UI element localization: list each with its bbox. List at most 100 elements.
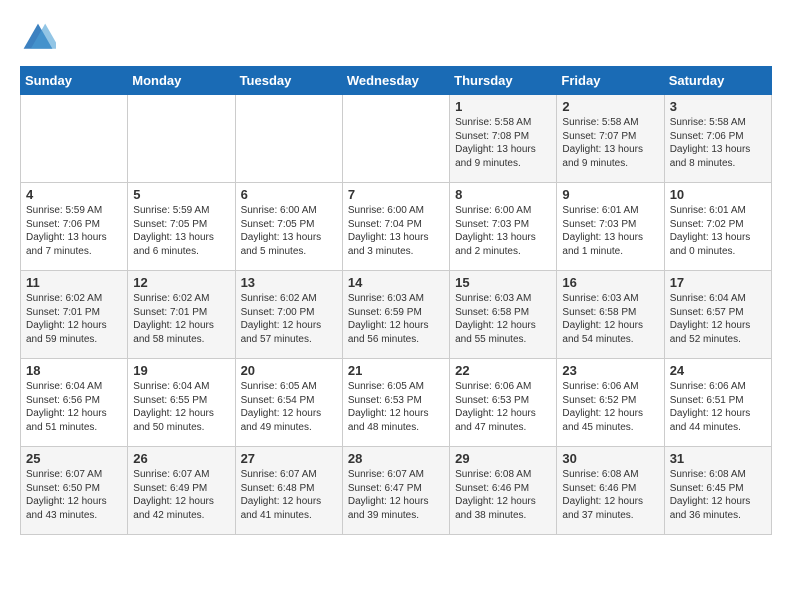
calendar-week: 11 Sunrise: 6:02 AM Sunset: 7:01 PM Dayli… bbox=[21, 271, 772, 359]
day-number: 24 bbox=[670, 363, 766, 378]
page: SundayMondayTuesdayWednesdayThursdayFrid… bbox=[0, 0, 792, 545]
header-day: Sunday bbox=[21, 67, 128, 95]
calendar-week: 4 Sunrise: 5:59 AM Sunset: 7:06 PM Daylig… bbox=[21, 183, 772, 271]
calendar-cell: 20 Sunrise: 6:05 AM Sunset: 6:54 PM Dayli… bbox=[235, 359, 342, 447]
day-number: 19 bbox=[133, 363, 229, 378]
day-info: Sunrise: 5:58 AM Sunset: 7:06 PM Dayligh… bbox=[670, 116, 766, 170]
calendar-week: 18 Sunrise: 6:04 AM Sunset: 6:56 PM Dayli… bbox=[21, 359, 772, 447]
day-number: 27 bbox=[241, 451, 337, 466]
day-number: 6 bbox=[241, 187, 337, 202]
day-info: Sunrise: 6:02 AM Sunset: 7:00 PM Dayligh… bbox=[241, 292, 337, 346]
calendar-cell: 26 Sunrise: 6:07 AM Sunset: 6:49 PM Dayli… bbox=[128, 447, 235, 535]
day-info: Sunrise: 6:00 AM Sunset: 7:03 PM Dayligh… bbox=[455, 204, 551, 258]
day-info: Sunrise: 6:00 AM Sunset: 7:05 PM Dayligh… bbox=[241, 204, 337, 258]
calendar-cell: 31 Sunrise: 6:08 AM Sunset: 6:45 PM Dayli… bbox=[664, 447, 771, 535]
day-info: Sunrise: 6:06 AM Sunset: 6:51 PM Dayligh… bbox=[670, 380, 766, 434]
day-info: Sunrise: 6:03 AM Sunset: 6:58 PM Dayligh… bbox=[562, 292, 658, 346]
day-info: Sunrise: 6:03 AM Sunset: 6:59 PM Dayligh… bbox=[348, 292, 444, 346]
day-info: Sunrise: 6:00 AM Sunset: 7:04 PM Dayligh… bbox=[348, 204, 444, 258]
header-day: Saturday bbox=[664, 67, 771, 95]
day-info: Sunrise: 6:03 AM Sunset: 6:58 PM Dayligh… bbox=[455, 292, 551, 346]
day-number: 30 bbox=[562, 451, 658, 466]
calendar-cell: 28 Sunrise: 6:07 AM Sunset: 6:47 PM Dayli… bbox=[342, 447, 449, 535]
calendar-cell: 8 Sunrise: 6:00 AM Sunset: 7:03 PM Daylig… bbox=[450, 183, 557, 271]
day-info: Sunrise: 6:02 AM Sunset: 7:01 PM Dayligh… bbox=[133, 292, 229, 346]
calendar-cell: 18 Sunrise: 6:04 AM Sunset: 6:56 PM Dayli… bbox=[21, 359, 128, 447]
day-number: 1 bbox=[455, 99, 551, 114]
calendar-cell bbox=[342, 95, 449, 183]
calendar-week: 25 Sunrise: 6:07 AM Sunset: 6:50 PM Dayli… bbox=[21, 447, 772, 535]
calendar-cell bbox=[235, 95, 342, 183]
calendar-cell: 15 Sunrise: 6:03 AM Sunset: 6:58 PM Dayli… bbox=[450, 271, 557, 359]
day-info: Sunrise: 6:06 AM Sunset: 6:52 PM Dayligh… bbox=[562, 380, 658, 434]
day-info: Sunrise: 6:04 AM Sunset: 6:57 PM Dayligh… bbox=[670, 292, 766, 346]
day-info: Sunrise: 6:07 AM Sunset: 6:48 PM Dayligh… bbox=[241, 468, 337, 522]
calendar-cell: 1 Sunrise: 5:58 AM Sunset: 7:08 PM Daylig… bbox=[450, 95, 557, 183]
day-number: 20 bbox=[241, 363, 337, 378]
day-number: 8 bbox=[455, 187, 551, 202]
header-day: Tuesday bbox=[235, 67, 342, 95]
calendar-week: 1 Sunrise: 5:58 AM Sunset: 7:08 PM Daylig… bbox=[21, 95, 772, 183]
calendar-cell: 5 Sunrise: 5:59 AM Sunset: 7:05 PM Daylig… bbox=[128, 183, 235, 271]
calendar-cell: 2 Sunrise: 5:58 AM Sunset: 7:07 PM Daylig… bbox=[557, 95, 664, 183]
day-info: Sunrise: 6:05 AM Sunset: 6:54 PM Dayligh… bbox=[241, 380, 337, 434]
day-number: 21 bbox=[348, 363, 444, 378]
day-info: Sunrise: 6:02 AM Sunset: 7:01 PM Dayligh… bbox=[26, 292, 122, 346]
day-info: Sunrise: 6:07 AM Sunset: 6:49 PM Dayligh… bbox=[133, 468, 229, 522]
day-info: Sunrise: 6:05 AM Sunset: 6:53 PM Dayligh… bbox=[348, 380, 444, 434]
day-info: Sunrise: 6:04 AM Sunset: 6:56 PM Dayligh… bbox=[26, 380, 122, 434]
day-number: 4 bbox=[26, 187, 122, 202]
day-number: 2 bbox=[562, 99, 658, 114]
day-info: Sunrise: 5:58 AM Sunset: 7:08 PM Dayligh… bbox=[455, 116, 551, 170]
day-number: 22 bbox=[455, 363, 551, 378]
day-number: 18 bbox=[26, 363, 122, 378]
day-info: Sunrise: 5:59 AM Sunset: 7:05 PM Dayligh… bbox=[133, 204, 229, 258]
day-info: Sunrise: 6:07 AM Sunset: 6:50 PM Dayligh… bbox=[26, 468, 122, 522]
day-number: 9 bbox=[562, 187, 658, 202]
day-info: Sunrise: 6:06 AM Sunset: 6:53 PM Dayligh… bbox=[455, 380, 551, 434]
day-number: 28 bbox=[348, 451, 444, 466]
header-row: SundayMondayTuesdayWednesdayThursdayFrid… bbox=[21, 67, 772, 95]
day-info: Sunrise: 6:08 AM Sunset: 6:45 PM Dayligh… bbox=[670, 468, 766, 522]
day-number: 12 bbox=[133, 275, 229, 290]
day-info: Sunrise: 6:01 AM Sunset: 7:03 PM Dayligh… bbox=[562, 204, 658, 258]
day-info: Sunrise: 6:07 AM Sunset: 6:47 PM Dayligh… bbox=[348, 468, 444, 522]
day-number: 15 bbox=[455, 275, 551, 290]
calendar-table: SundayMondayTuesdayWednesdayThursdayFrid… bbox=[20, 66, 772, 535]
header-day: Friday bbox=[557, 67, 664, 95]
calendar-cell: 7Sunrise: 6:00 AM Sunset: 7:04 PM Daylig… bbox=[342, 183, 449, 271]
day-number: 16 bbox=[562, 275, 658, 290]
day-info: Sunrise: 5:59 AM Sunset: 7:06 PM Dayligh… bbox=[26, 204, 122, 258]
calendar-cell: 30Sunrise: 6:08 AM Sunset: 6:46 PM Dayli… bbox=[557, 447, 664, 535]
calendar-cell: 11 Sunrise: 6:02 AM Sunset: 7:01 PM Dayli… bbox=[21, 271, 128, 359]
header-day: Thursday bbox=[450, 67, 557, 95]
calendar-cell: 14 Sunrise: 6:03 AM Sunset: 6:59 PM Dayli… bbox=[342, 271, 449, 359]
calendar-cell: 6 Sunrise: 6:00 AM Sunset: 7:05 PM Daylig… bbox=[235, 183, 342, 271]
calendar-cell: 12 Sunrise: 6:02 AM Sunset: 7:01 PM Dayli… bbox=[128, 271, 235, 359]
calendar-cell: 22 Sunrise: 6:06 AM Sunset: 6:53 PM Dayli… bbox=[450, 359, 557, 447]
calendar-body: 1 Sunrise: 5:58 AM Sunset: 7:08 PM Daylig… bbox=[21, 95, 772, 535]
day-number: 25 bbox=[26, 451, 122, 466]
day-info: Sunrise: 6:01 AM Sunset: 7:02 PM Dayligh… bbox=[670, 204, 766, 258]
day-info: Sunrise: 6:04 AM Sunset: 6:55 PM Dayligh… bbox=[133, 380, 229, 434]
day-info: Sunrise: 5:58 AM Sunset: 7:07 PM Dayligh… bbox=[562, 116, 658, 170]
day-number: 17 bbox=[670, 275, 766, 290]
calendar-cell: 9 Sunrise: 6:01 AM Sunset: 7:03 PM Daylig… bbox=[557, 183, 664, 271]
calendar-cell: 27 Sunrise: 6:07 AM Sunset: 6:48 PM Dayli… bbox=[235, 447, 342, 535]
logo-icon bbox=[20, 20, 56, 56]
day-number: 31 bbox=[670, 451, 766, 466]
day-number: 11 bbox=[26, 275, 122, 290]
calendar-cell: 25 Sunrise: 6:07 AM Sunset: 6:50 PM Dayli… bbox=[21, 447, 128, 535]
calendar-cell: 21 Sunrise: 6:05 AM Sunset: 6:53 PM Dayli… bbox=[342, 359, 449, 447]
day-number: 5 bbox=[133, 187, 229, 202]
calendar-cell: 19 Sunrise: 6:04 AM Sunset: 6:55 PM Dayli… bbox=[128, 359, 235, 447]
calendar-cell: 13 Sunrise: 6:02 AM Sunset: 7:00 PM Dayli… bbox=[235, 271, 342, 359]
day-number: 29 bbox=[455, 451, 551, 466]
calendar-cell: 3Sunrise: 5:58 AM Sunset: 7:06 PM Daylig… bbox=[664, 95, 771, 183]
day-info: Sunrise: 6:08 AM Sunset: 6:46 PM Dayligh… bbox=[455, 468, 551, 522]
day-number: 14 bbox=[348, 275, 444, 290]
day-number: 26 bbox=[133, 451, 229, 466]
day-number: 13 bbox=[241, 275, 337, 290]
calendar-cell: 29 Sunrise: 6:08 AM Sunset: 6:46 PM Dayli… bbox=[450, 447, 557, 535]
calendar-cell: 23Sunrise: 6:06 AM Sunset: 6:52 PM Dayli… bbox=[557, 359, 664, 447]
